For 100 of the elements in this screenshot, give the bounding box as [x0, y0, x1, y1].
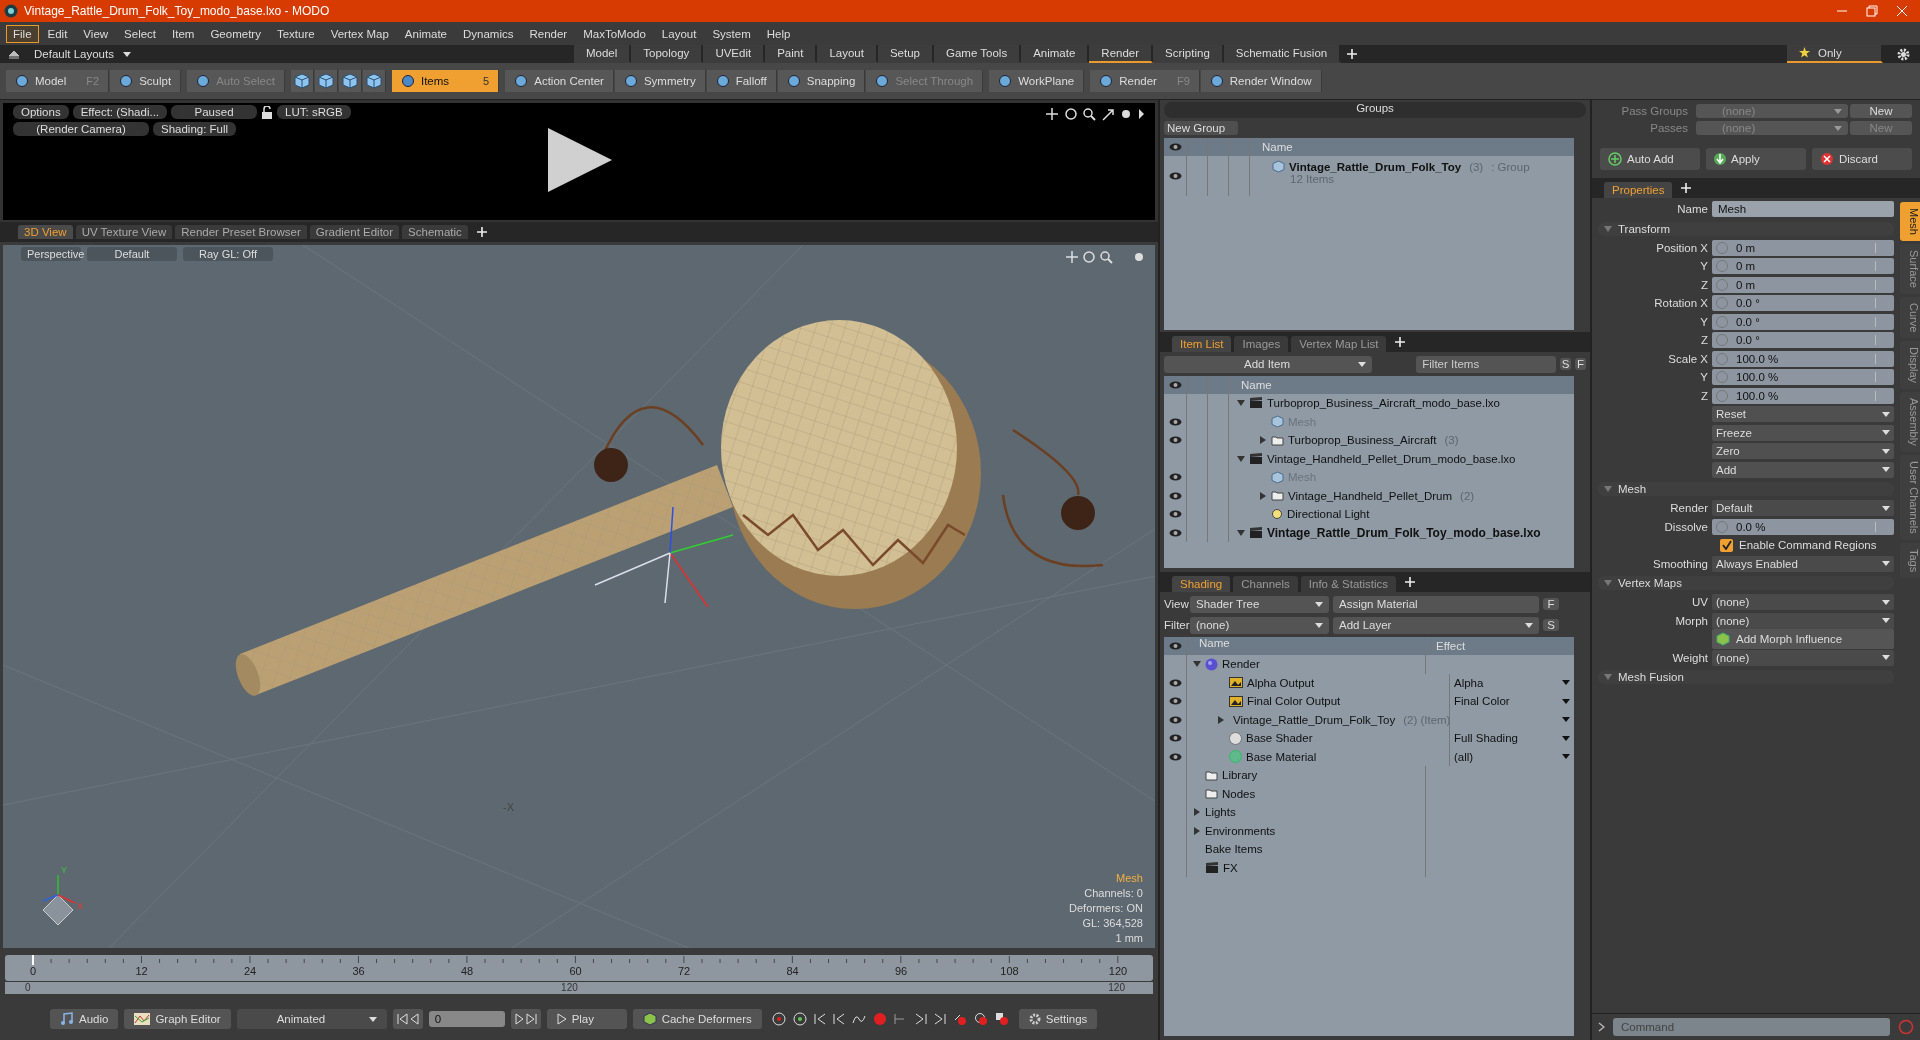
layout-tab[interactable]: Topology — [631, 45, 704, 63]
play-icon[interactable] — [548, 128, 612, 192]
new-group-button[interactable]: New Group — [1164, 121, 1238, 135]
item-name[interactable]: Turboprop_Business_Aircraft_modo_base.lxo — [1267, 397, 1500, 410]
expand-arrow-icon[interactable] — [1259, 436, 1267, 445]
collapse-arrow-icon[interactable] — [1237, 454, 1245, 463]
layout-tab[interactable]: Setup — [877, 45, 934, 63]
command-field[interactable]: Command — [1613, 1018, 1890, 1036]
menu-item[interactable]: MaxToModo — [576, 24, 653, 43]
curve-icon[interactable] — [851, 1013, 866, 1025]
restore-icon[interactable] — [1866, 5, 1878, 17]
view-dropdown[interactable]: Shader Tree — [1190, 595, 1329, 613]
collapse-arrow-icon[interactable] — [1237, 528, 1245, 537]
menu-item[interactable]: Layout — [654, 24, 704, 43]
settings-icon[interactable] — [1897, 47, 1910, 61]
first-frame-button[interactable] — [392, 1009, 423, 1029]
layer-name[interactable]: Environments — [1205, 824, 1276, 837]
filter-dropdown[interactable]: (none) — [1190, 616, 1329, 634]
panel-tab[interactable]: Vertex Map List — [1291, 336, 1387, 352]
dropdown-button[interactable]: Reset — [1712, 406, 1894, 422]
item-name[interactable]: Turboprop_Business_Aircraft — [1288, 434, 1437, 447]
add-tab-icon[interactable] — [476, 227, 487, 237]
effect-dropdown[interactable]: Final Color — [1454, 695, 1570, 708]
side-tab[interactable]: User Channels — [1900, 454, 1920, 540]
item-name[interactable]: Vintage_Rattle_Drum_Folk_Toy_modo_base.lxo — [1267, 525, 1541, 540]
expand-arrow-icon[interactable] — [1217, 715, 1225, 724]
toolbar-button[interactable]: Snapping — [777, 70, 866, 92]
toolbar-button[interactable]: Falloff — [706, 70, 777, 92]
dropdown[interactable]: (none) — [1712, 612, 1894, 629]
item-name[interactable]: Directional Light — [1287, 508, 1370, 521]
settings-button[interactable]: Settings — [1018, 1009, 1098, 1029]
graph-editor-button[interactable]: Graph Editor — [124, 1009, 231, 1029]
close-icon[interactable] — [1896, 5, 1908, 17]
layout-tab[interactable]: UVEdit — [703, 45, 766, 63]
panel-tab[interactable]: Images — [1234, 336, 1289, 352]
panel-tab[interactable]: Channels — [1233, 576, 1298, 592]
layer-name[interactable]: Base Shader — [1246, 732, 1313, 745]
previous-key-icon[interactable] — [832, 1013, 845, 1025]
render-option-button[interactable]: LUT: sRGB — [277, 105, 351, 119]
section-header[interactable]: Vertex Maps — [1598, 576, 1894, 590]
layout-tab[interactable]: Schematic Fusion — [1223, 45, 1342, 63]
collapse-arrow-icon[interactable] — [1193, 660, 1201, 669]
menu-item[interactable]: Help — [759, 24, 798, 43]
dropdown[interactable]: (none) — [1712, 594, 1894, 610]
name-field[interactable]: Mesh — [1712, 201, 1894, 217]
number-field[interactable]: 100.0 % — [1712, 350, 1894, 367]
side-tab[interactable]: Mesh — [1900, 202, 1920, 241]
next-key-icon[interactable] — [933, 1013, 946, 1025]
layer-name[interactable]: Lights — [1205, 806, 1236, 819]
render-option-button[interactable]: Options — [13, 105, 69, 119]
dropdown-button[interactable]: Add — [1712, 461, 1894, 478]
menu-item[interactable]: Geometry — [203, 24, 268, 43]
audio-button[interactable]: Audio — [50, 1009, 119, 1029]
side-tab[interactable]: Tags — [1900, 542, 1920, 578]
dropdown-button[interactable]: Zero — [1712, 443, 1894, 459]
frame-range-bar[interactable]: 0 120 120 — [5, 982, 1153, 994]
layouts-dropdown[interactable]: Default Layouts — [34, 48, 574, 60]
render-option-button[interactable]: Effect: (Shadi... — [72, 105, 168, 119]
viewport-tab[interactable]: UV Texture View — [75, 225, 173, 239]
side-tab[interactable]: Display — [1900, 341, 1920, 390]
item-name[interactable]: Vintage_Handheld_Pellet_Drum — [1288, 489, 1453, 502]
render-option-button[interactable]: Paused — [171, 105, 258, 119]
menu-item[interactable]: System — [705, 24, 758, 43]
section-header[interactable]: Mesh Fusion — [1598, 670, 1894, 684]
column-header[interactable]: Name — [1250, 141, 1293, 153]
layout-tab[interactable]: Layout — [817, 45, 878, 63]
selection-mode-button[interactable] — [338, 70, 362, 92]
layout-tab[interactable]: Paint — [765, 45, 818, 63]
number-field[interactable]: 0.0 % — [1712, 518, 1894, 535]
add-tab-icon[interactable] — [1681, 183, 1692, 193]
render-option-button[interactable]: Shading: Full — [153, 122, 237, 136]
layer-name[interactable]: Vintage_Rattle_Drum_Folk_Toy — [1233, 713, 1396, 726]
previous-key-icon[interactable] — [813, 1013, 826, 1025]
add-layer-dropdown[interactable]: Add Layer — [1333, 616, 1539, 634]
layer-option-button[interactable]: S — [1543, 619, 1559, 631]
dropdown[interactable]: Default — [1712, 500, 1894, 516]
add-morph-button[interactable]: Add Morph Influence — [1712, 629, 1894, 649]
layer-name[interactable]: FX — [1223, 861, 1238, 874]
only-toggle[interactable]: Only — [1787, 45, 1883, 63]
number-field[interactable]: 100.0 % — [1712, 387, 1894, 404]
number-field[interactable]: 0 m — [1712, 239, 1894, 256]
layout-tab[interactable]: Scripting — [1153, 45, 1224, 63]
animation-mode-dropdown[interactable]: Animated — [236, 1009, 387, 1029]
toolbar-button[interactable]: Render Window — [1200, 70, 1322, 92]
render-option-button[interactable]: (Render Camera) — [13, 122, 149, 136]
effect-dropdown[interactable]: Alpha — [1454, 676, 1570, 689]
number-field[interactable]: 0 m — [1712, 276, 1894, 293]
layer-name[interactable]: Final Color Output — [1247, 695, 1341, 708]
panel-tab[interactable]: Shading — [1172, 576, 1231, 592]
assign-option-button[interactable]: F — [1543, 598, 1559, 610]
toolbar-button[interactable]: Sculpt — [110, 70, 182, 92]
layer-name[interactable]: Alpha Output — [1247, 676, 1315, 689]
panel-tab[interactable]: Info & Statistics — [1300, 576, 1397, 592]
column-header[interactable]: Name — [1229, 379, 1272, 391]
selection-mode-button[interactable] — [314, 70, 338, 92]
cache-deformers-button[interactable]: Cache Deformers — [632, 1009, 762, 1029]
add-item-dropdown[interactable]: Add Item — [1164, 355, 1373, 373]
toolbar-button[interactable]: Items 5 — [391, 70, 500, 92]
menu-item[interactable]: Select — [117, 24, 164, 43]
viewport-tab[interactable]: 3D View — [18, 225, 73, 239]
